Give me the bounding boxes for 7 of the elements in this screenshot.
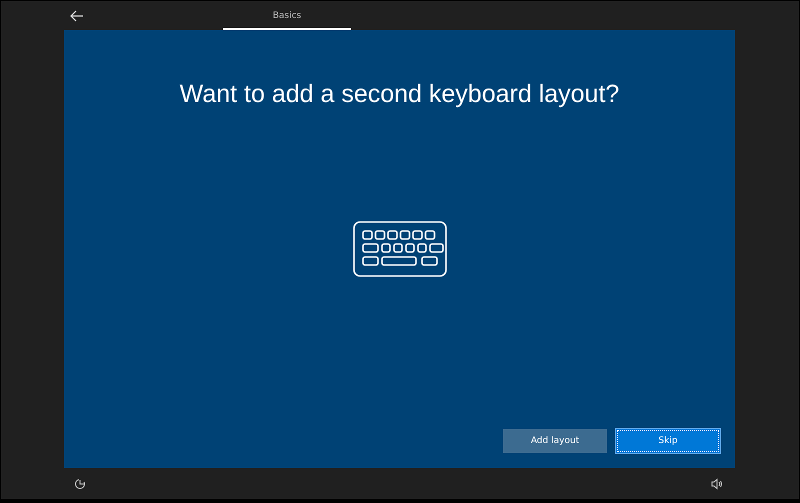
page-title: Want to add a second keyboard layout?: [180, 80, 620, 109]
skip-button[interactable]: Skip: [616, 429, 720, 453]
back-arrow-icon: [70, 10, 84, 22]
add-layout-button[interactable]: Add layout: [503, 429, 607, 453]
keyboard-icon: [352, 221, 446, 277]
back-button[interactable]: [69, 9, 85, 23]
volume-icon[interactable]: [711, 478, 723, 490]
